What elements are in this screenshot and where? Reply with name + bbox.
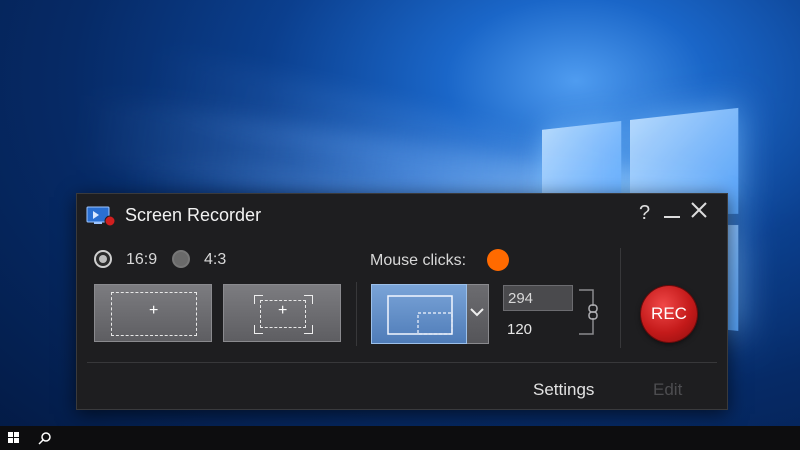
aspect-16-9-label: 16:9 [126,251,158,268]
edit-link: Edit [653,380,683,399]
aspect-4-3-label: 4:3 [204,251,227,268]
custom-area-capture-button[interactable]: + [223,284,341,342]
screen-recorder-app-icon [86,206,116,227]
custom-area-plus: + [278,302,288,319]
settings-link[interactable]: Settings [533,380,594,400]
taskbar [0,426,800,450]
title-bar[interactable]: Screen Recorder ? [77,194,727,238]
help-button[interactable]: ? [639,202,650,225]
mouse-clicks-label: Mouse clicks: [370,252,467,269]
minimize-button[interactable] [663,200,681,226]
height-value[interactable]: 120 [507,321,532,338]
minimize-icon [664,216,680,218]
screen-recorder-window: Screen Recorder ? 16:9 4:3 + + Mouse cli… [76,193,728,410]
mouse-click-color-swatch[interactable] [487,249,509,271]
aspect-lock-link-icon[interactable] [575,288,601,336]
recording-mode-dropdown[interactable] [467,284,489,344]
recording-mode-button[interactable] [371,284,467,344]
width-input[interactable]: 294 [503,285,573,311]
close-button[interactable] [689,200,709,226]
fullscreen-capture-button[interactable]: + [94,284,212,342]
close-icon [691,202,707,218]
record-button[interactable]: REC [641,286,697,342]
window-title: Screen Recorder [125,205,262,225]
chevron-down-icon [470,308,484,317]
picture-in-picture-icon [387,295,453,335]
search-icon[interactable] [38,431,52,445]
fullscreen-plus: + [149,302,159,319]
recorder-content: 16:9 4:3 + + Mouse clicks: 294 120 REC S… [77,238,727,409]
aspect-4-3-radio[interactable] [172,250,190,268]
aspect-16-9-radio[interactable] [94,250,112,268]
start-button[interactable] [8,432,20,444]
